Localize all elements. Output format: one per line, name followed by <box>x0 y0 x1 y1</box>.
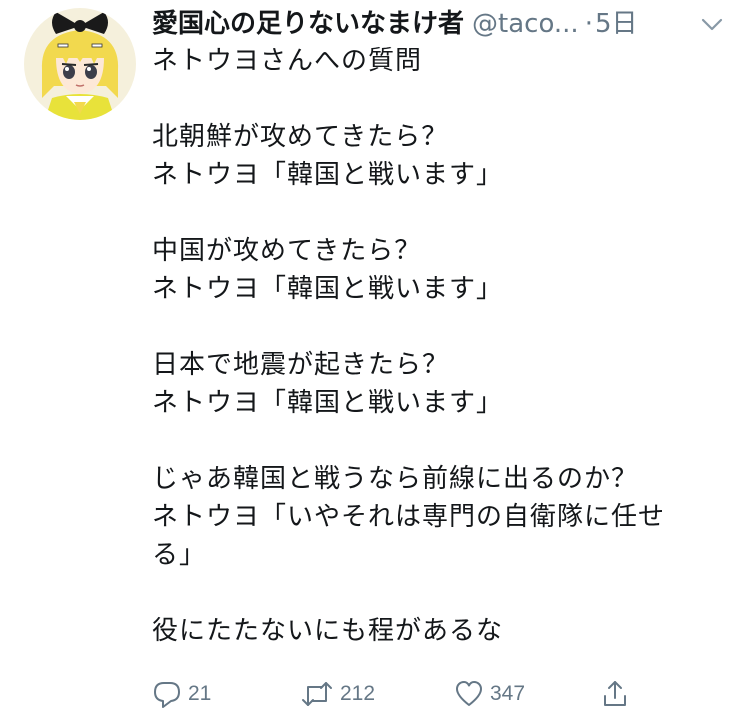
share-button[interactable] <box>600 676 630 712</box>
avatar[interactable] <box>22 6 138 122</box>
retweet-count: 212 <box>340 682 376 705</box>
tweet-line: ネトウヨ「韓国と戦います」 <box>152 160 504 190</box>
retweet-button[interactable]: 212 <box>300 676 375 712</box>
display-name[interactable]: 愛国心の足りないなまけ者 <box>152 9 464 39</box>
retweet-icon <box>300 679 334 709</box>
tweet-line: 北朝鮮が攻めてきたら？ <box>152 122 449 152</box>
tweet-timestamp[interactable]: 5日 <box>595 9 638 39</box>
separator-dot: · <box>584 9 593 39</box>
tweet: 愛国心の足りないなまけ者 @taco... ·5日 ネトウヨさんへの質問 北朝鮮が攻… <box>0 0 750 727</box>
reply-count: 21 <box>188 682 212 705</box>
user-handle[interactable]: @taco... <box>472 9 579 39</box>
tweet-line: ネトウヨ「韓国と戦います」 <box>152 274 504 304</box>
tweet-line: ネトウヨさんへの質問 <box>152 46 423 76</box>
tweet-line: 役にたたないにも程があるな <box>152 616 504 646</box>
heart-icon <box>454 679 484 709</box>
tweet-actions: 21 212 347 <box>152 676 742 712</box>
chevron-down-icon[interactable] <box>700 10 724 34</box>
tweet-text: ネトウヨさんへの質問 北朝鮮が攻めてきたら？ ネトウヨ「韓国と戦います」 中国が… <box>152 42 732 650</box>
tweet-line: ネトウヨ「韓国と戦います」 <box>152 388 504 418</box>
like-button[interactable]: 347 <box>454 676 525 712</box>
share-icon <box>600 679 630 709</box>
tweet-line: 日本で地震が起きたら？ <box>152 350 450 380</box>
tweet-line: 中国が攻めてきたら？ <box>152 236 422 266</box>
avatar-image <box>24 8 136 120</box>
reply-icon <box>152 679 182 709</box>
tweet-line: る」 <box>152 540 207 570</box>
tweet-header: 愛国心の足りないなまけ者 @taco... ·5日 <box>152 6 742 42</box>
reply-button[interactable]: 21 <box>152 676 211 712</box>
tweet-line: じゃあ韓国と戦うなら前線に出るのか？ <box>152 464 639 494</box>
tweet-line: ネトウヨ「いやそれは専門の自衛隊に任せ <box>152 502 666 532</box>
like-count: 347 <box>490 682 526 705</box>
